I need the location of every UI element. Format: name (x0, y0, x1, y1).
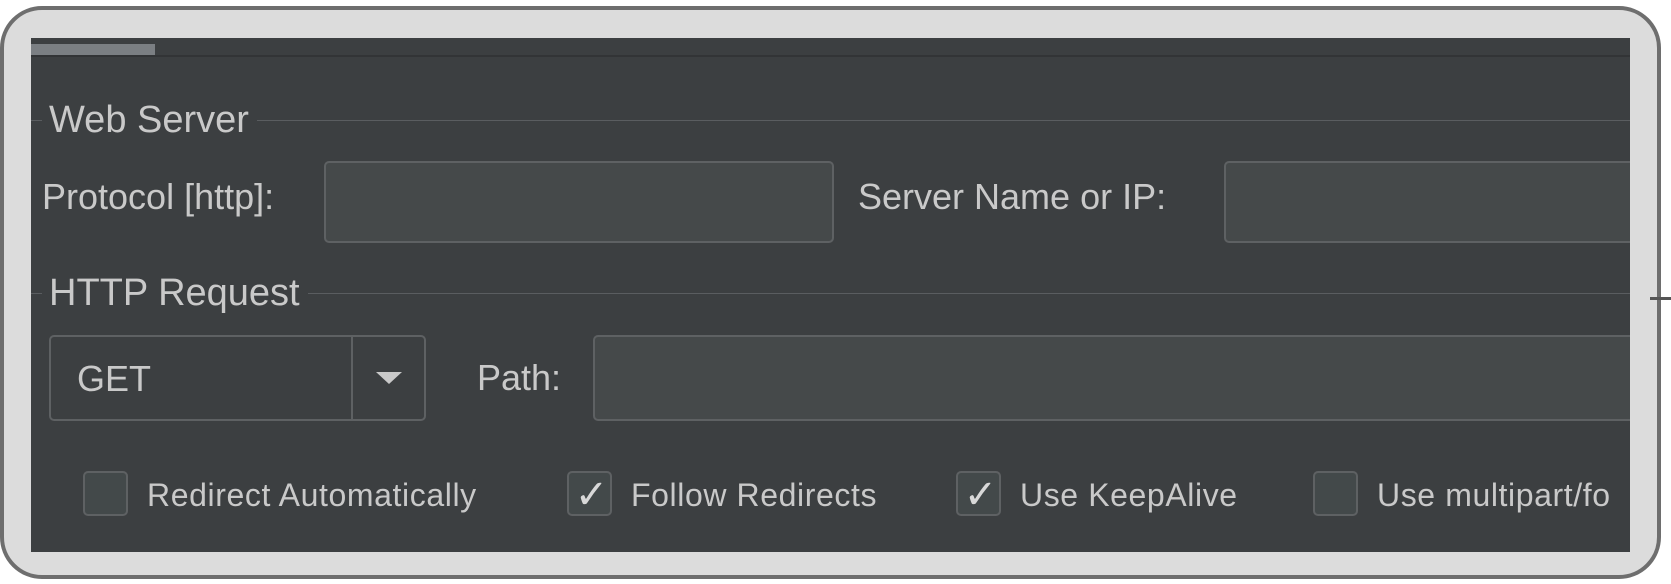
checkbox-box[interactable]: ✓ (956, 471, 1001, 518)
checkbox-box[interactable]: ✓ (567, 471, 612, 518)
method-dropdown[interactable]: GET (49, 335, 426, 421)
method-value: GET (77, 358, 152, 399)
checkbox-label: Redirect Automatically (147, 477, 477, 513)
server-name-label: Server Name or IP: (858, 176, 1167, 217)
tab-basic[interactable] (31, 44, 155, 55)
dropdown-divider (351, 337, 353, 419)
tab-bar (31, 38, 1630, 57)
checkbox-label: Use KeepAlive (1020, 477, 1238, 513)
path-label: Path: (477, 357, 562, 398)
checkbox-label: Follow Redirects (631, 477, 878, 513)
checkmark-icon: ✓ (574, 472, 609, 518)
http-request-legend: HTTP Request (42, 271, 308, 315)
http-request-panel: Web Server Protocol [http]: Server Name … (31, 38, 1630, 552)
checkbox-box[interactable] (1313, 471, 1358, 516)
checkbox-box[interactable] (83, 471, 128, 516)
server-name-input[interactable] (1224, 161, 1630, 243)
web-server-border (31, 120, 1630, 121)
web-server-legend: Web Server (42, 98, 257, 142)
divider-stub (1650, 297, 1671, 300)
checkmark-icon: ✓ (963, 472, 998, 518)
protocol-label: Protocol [http]: (42, 176, 275, 217)
chevron-down-icon[interactable] (376, 372, 402, 384)
protocol-input[interactable] (324, 161, 834, 243)
checkbox-label: Use multipart/fo (1377, 477, 1611, 513)
path-input[interactable] (593, 335, 1630, 421)
